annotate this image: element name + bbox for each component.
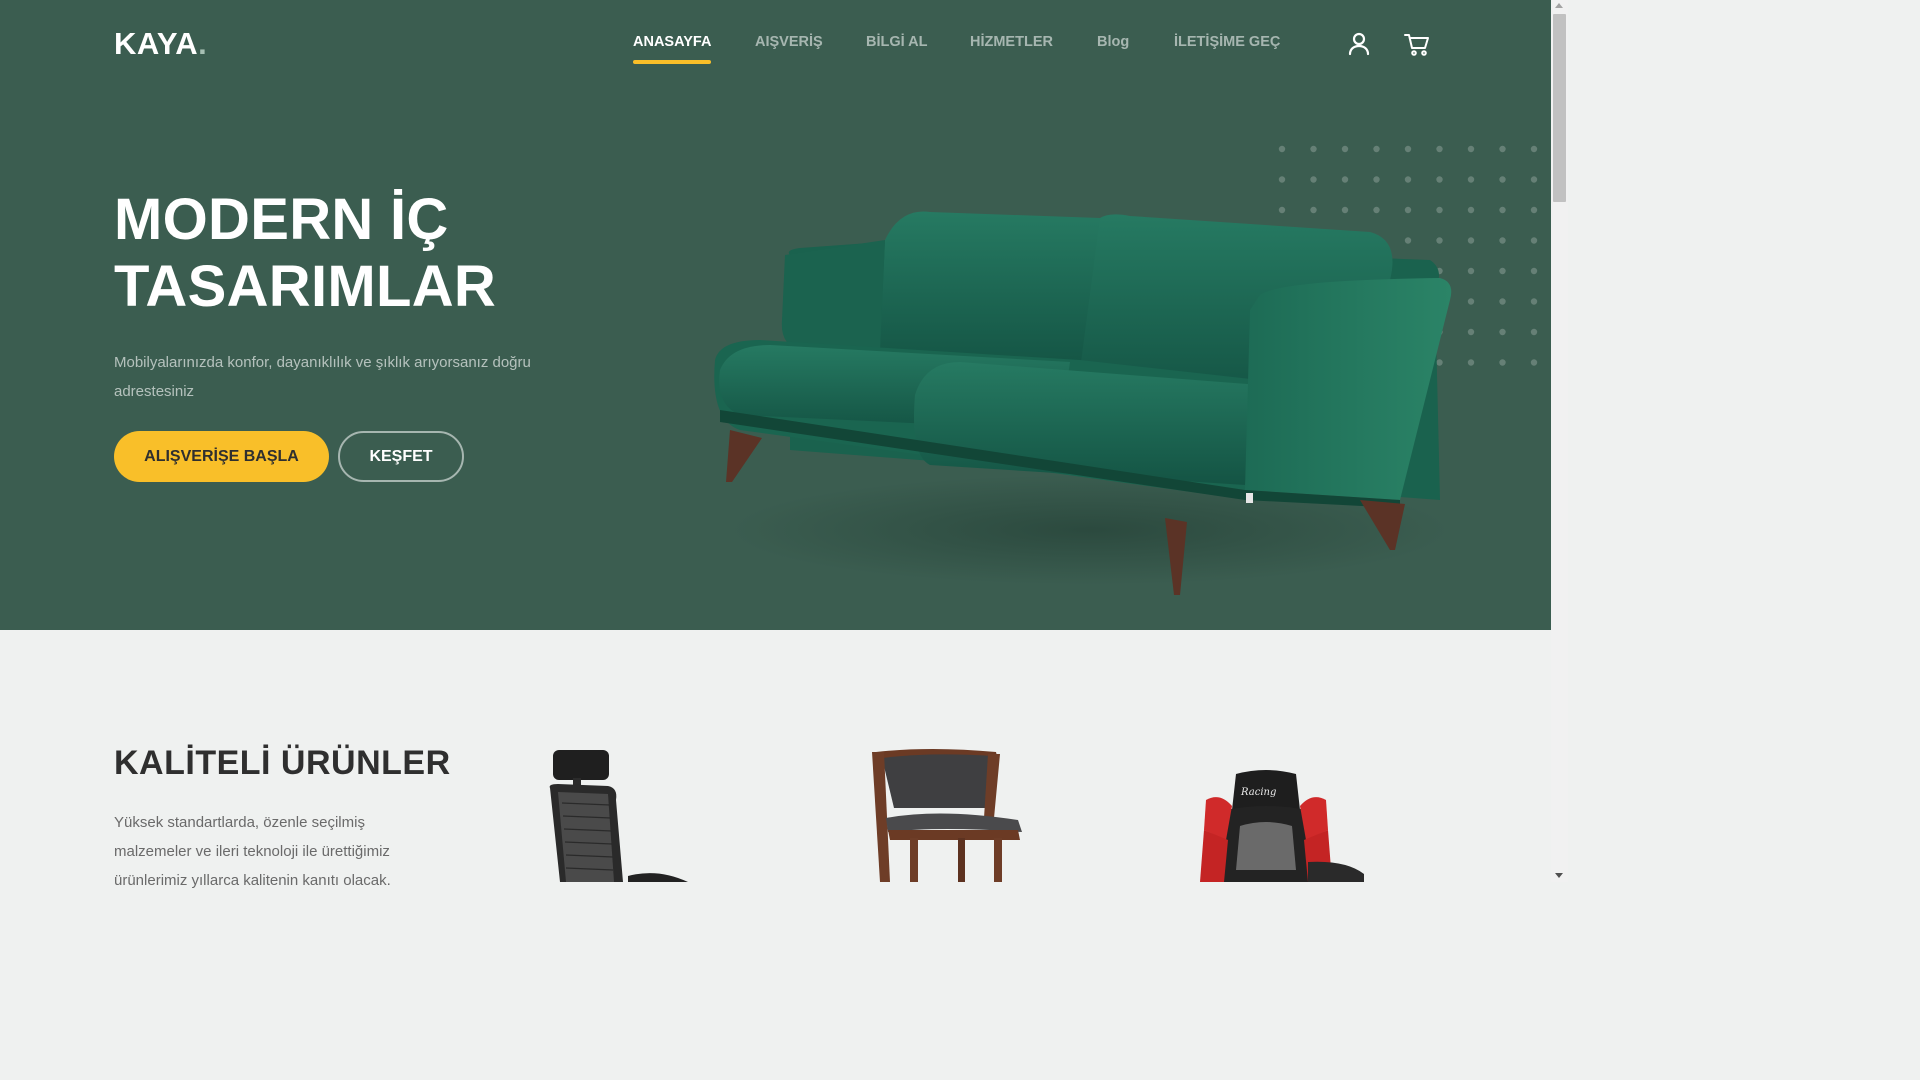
grid-dot — [1499, 298, 1506, 305]
product-gaming-chair[interactable]: Racing — [1196, 770, 1366, 882]
grid-dot — [1499, 237, 1506, 244]
grid-dot — [1530, 267, 1538, 275]
cart-icon[interactable] — [1403, 30, 1431, 58]
grid-dot — [1530, 328, 1538, 336]
sofa-image — [714, 211, 1452, 595]
grid-dot — [1310, 176, 1317, 183]
nav-item-anasayfa[interactable]: ANASAYFA — [633, 34, 712, 64]
grid-dot — [1467, 176, 1475, 183]
grid-dot — [1499, 145, 1506, 153]
product-office-chair[interactable] — [548, 748, 698, 882]
grid-dot — [1404, 176, 1412, 183]
hero-title: MODERN İÇ TASARIMLAR — [114, 186, 496, 320]
brand-dot: . — [198, 26, 208, 61]
scroll-up-arrow-icon[interactable] — [1555, 3, 1563, 8]
grid-dot — [1467, 359, 1475, 366]
product-wooden-chair[interactable] — [870, 748, 1030, 882]
grid-dot — [1436, 176, 1443, 183]
start-shopping-button[interactable]: ALIŞVERİŞE BAŞLA — [114, 431, 329, 482]
brand-logo[interactable]: KAYA. — [114, 26, 207, 62]
grid-dot — [1467, 206, 1475, 214]
nav-item-alisveris[interactable]: AIŞVERİŞ — [755, 34, 823, 50]
grid-dot — [1404, 145, 1412, 153]
scroll-thumb[interactable] — [1553, 14, 1566, 202]
office-chair-image — [549, 750, 688, 882]
scroll-down-arrow-icon[interactable] — [1555, 873, 1563, 878]
grid-dot — [1530, 176, 1538, 183]
explore-button[interactable]: KEŞFET — [338, 431, 464, 482]
grid-dot — [1530, 298, 1538, 305]
grid-dot — [1467, 298, 1475, 305]
grid-dot — [1467, 267, 1475, 275]
hero-title-line-1: MODERN İÇ — [114, 187, 449, 252]
svg-text:Racing: Racing — [1240, 787, 1276, 798]
nav-item-blog[interactable]: Blog — [1097, 34, 1129, 50]
grid-dot — [1467, 328, 1475, 336]
grid-dot — [1341, 176, 1349, 183]
page-scrollbar[interactable] — [1551, 0, 1568, 882]
gaming-chair-image: Racing — [1200, 770, 1364, 882]
grid-dot — [1278, 176, 1286, 183]
grid-dot — [1373, 176, 1380, 183]
grid-dot — [1499, 206, 1506, 214]
grid-dot — [1467, 145, 1475, 153]
brand-name: KAYA — [114, 26, 199, 61]
hero-section: KAYA. ANASAYFA AIŞVERİŞ BİLGİ AL HİZMETL… — [0, 0, 1551, 630]
grid-dot — [1373, 145, 1380, 153]
grid-dot — [1310, 145, 1317, 153]
grid-dot — [1499, 359, 1506, 366]
hero-description: Mobilyalarınızda konfor, dayanıklılık ve… — [114, 354, 531, 400]
grid-dot — [1499, 328, 1506, 336]
grid-dot — [1436, 145, 1443, 153]
products-section-title: KALİTELİ ÜRÜNLER — [114, 744, 451, 782]
nav-item-iletisim[interactable]: İLETİŞİME GEÇ — [1174, 34, 1280, 50]
grid-dot — [1278, 145, 1286, 153]
hero-title-line-2: TASARIMLAR — [114, 254, 497, 319]
grid-dot — [1530, 359, 1538, 366]
grid-dot — [1499, 267, 1506, 275]
grid-dot — [1530, 237, 1538, 244]
grid-dot — [1530, 206, 1538, 214]
grid-dot — [1341, 145, 1349, 153]
nav-item-bilgi-al[interactable]: BİLGİ AL — [866, 34, 927, 50]
grid-dot — [1530, 145, 1538, 153]
grid-dot — [1467, 237, 1475, 244]
nav-item-hizmetler[interactable]: HİZMETLER — [970, 34, 1053, 50]
grid-dot — [1499, 176, 1506, 183]
wooden-chair-image — [872, 749, 1022, 882]
user-icon[interactable] — [1345, 30, 1373, 58]
products-section-description: Yüksek standartlarda, özenle seçilmiş ma… — [114, 814, 391, 889]
